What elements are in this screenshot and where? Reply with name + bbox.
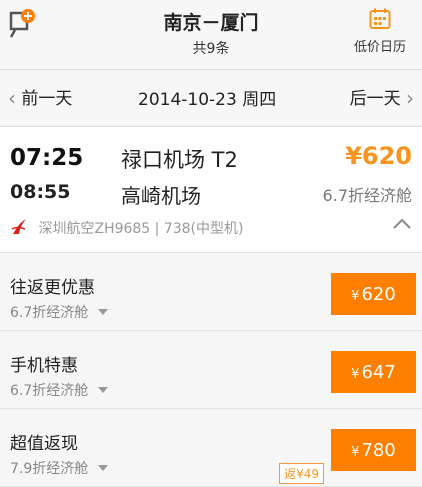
book-price: 780 [361, 440, 396, 461]
fare-cabin-label: 6.7折经济舱 [10, 383, 89, 399]
currency-symbol: ¥ [351, 445, 360, 460]
fare-cabin-label: 7.9折经济舱 [10, 461, 89, 477]
next-day-label: 后一天 [349, 89, 401, 109]
fare-option-cashback: 超值返现 7.9折经济舱 返¥49 ¥780 [0, 409, 422, 487]
fare-name: 超值返现 [10, 434, 78, 454]
fare-cabin-dropdown[interactable]: 7.9折经济舱 [10, 458, 109, 478]
flight-price: ¥620 [345, 142, 412, 170]
chevron-up-icon[interactable] [392, 217, 412, 231]
top-bar: 南京－厦门 共9条 低价日历 [0, 0, 422, 70]
fare-cabin-label: 6.7折经济舱 [10, 305, 89, 321]
fare-option-roundtrip: 往返更优惠 6.7折经济舱 ¥620 [0, 253, 422, 331]
prev-day-label: 前一天 [21, 89, 73, 109]
fare-name: 手机特惠 [10, 356, 78, 376]
prev-day-button[interactable]: ‹ 前一天 [8, 84, 72, 110]
dropdown-triangle-icon [98, 387, 109, 393]
currency-symbol: ¥ [351, 289, 360, 304]
current-date: 2014-10-23 周四 [138, 90, 277, 110]
airline-info: 深圳航空ZH9685 | 738(中型机) [38, 221, 244, 237]
book-button[interactable]: ¥647 [331, 351, 416, 393]
fare-option-mobile: 手机特惠 6.7折经济舱 ¥647 [0, 331, 422, 409]
cashback-badge: 返¥49 [279, 463, 324, 484]
book-price: 620 [361, 284, 396, 305]
arrival-time: 08:55 [10, 181, 71, 203]
book-button[interactable]: ¥780 [331, 429, 416, 471]
low-price-calendar-button[interactable]: 低价日历 [344, 8, 416, 55]
departure-time: 07:25 [10, 145, 84, 171]
flight-cabin: 6.7折经济舱 [322, 186, 412, 205]
calendar-icon [369, 8, 391, 29]
dropdown-triangle-icon [98, 309, 109, 315]
airline-logo-icon [11, 219, 26, 234]
arrival-airport: 高崎机场 [121, 184, 201, 208]
chevron-right-icon: › [406, 86, 414, 110]
flight-card[interactable]: 07:25 08:55 禄口机场 T2 高崎机场 ¥620 6.7折经济舱 深圳… [0, 127, 422, 253]
next-day-button[interactable]: 后一天 › [350, 84, 414, 110]
airline-info-row: 深圳航空ZH9685 | 738(中型机) [10, 217, 243, 238]
book-button[interactable]: ¥620 [331, 273, 416, 315]
departure-airport: 禄口机场 T2 [121, 148, 238, 172]
fare-name: 往返更优惠 [10, 278, 95, 298]
date-bar: ‹ 前一天 2014-10-23 周四 后一天 › [0, 70, 422, 127]
fare-cabin-dropdown[interactable]: 6.7折经济舱 [10, 380, 109, 400]
dropdown-triangle-icon [98, 465, 109, 471]
chevron-left-icon: ‹ [8, 86, 16, 110]
fare-cabin-dropdown[interactable]: 6.7折经济舱 [10, 302, 109, 322]
calendar-label: 低价日历 [353, 40, 406, 55]
currency-symbol: ¥ [351, 367, 360, 382]
book-price: 647 [361, 362, 396, 383]
